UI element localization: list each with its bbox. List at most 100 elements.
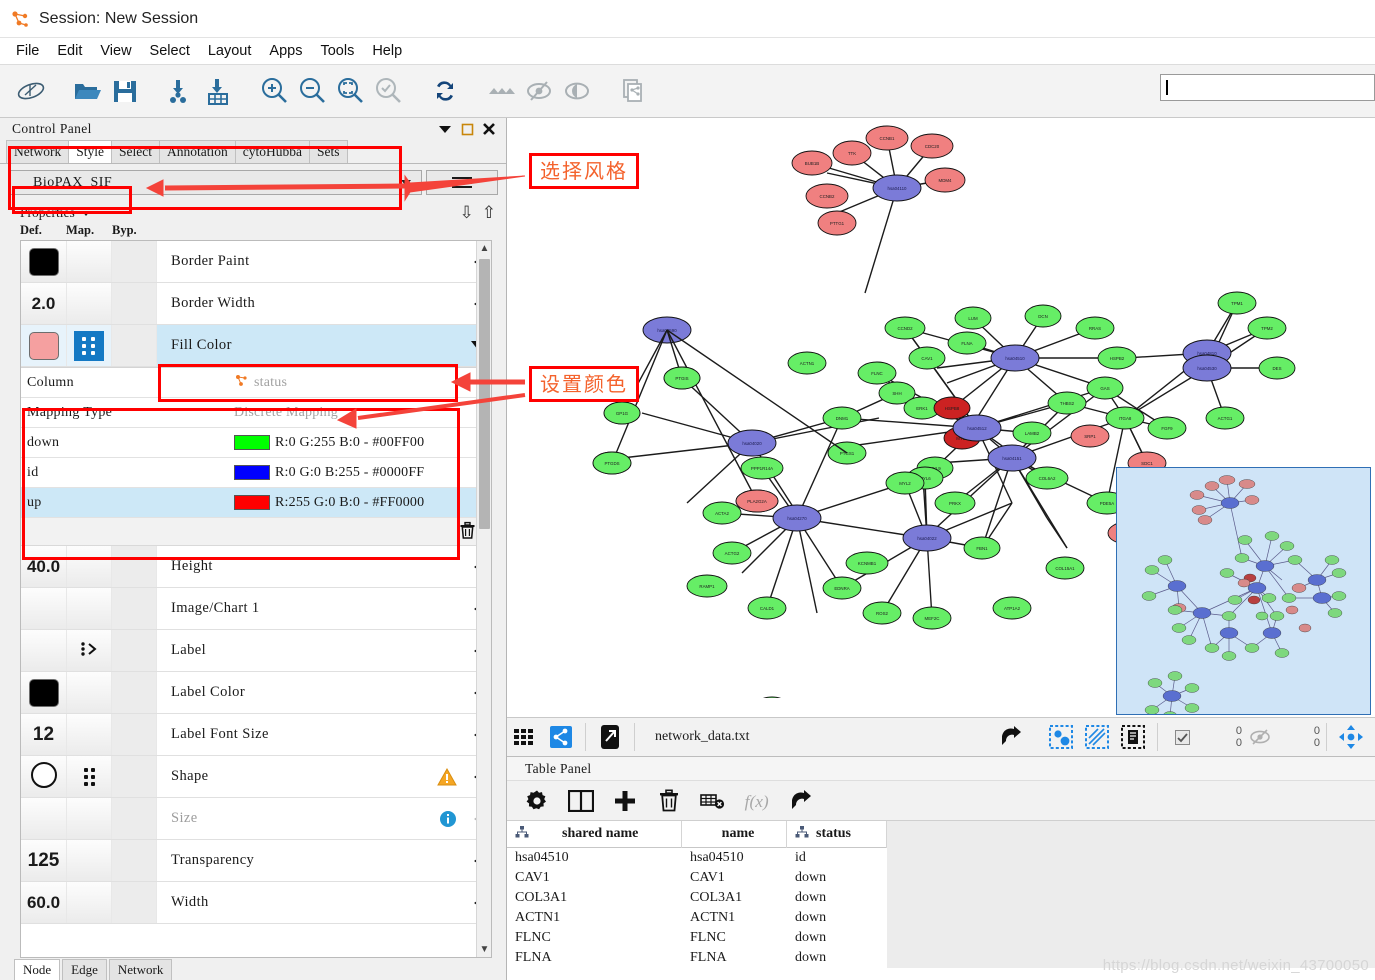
bottom-tab-node[interactable]: Node <box>14 959 61 980</box>
mapping-row-id[interactable]: id R:0 G:0 B:255 - #0000FF <box>21 458 491 488</box>
hamburger-menu-icon[interactable] <box>426 170 498 195</box>
maximize-icon[interactable] <box>456 120 478 138</box>
zoom-in-icon[interactable] <box>258 74 292 108</box>
table-row[interactable]: ACTN1 ACTN1 down <box>507 908 1375 928</box>
network-share-icon[interactable] <box>546 722 576 752</box>
property-row-shape[interactable]: Shape <box>21 756 491 798</box>
property-row-fill-color[interactable]: Fill Color <box>21 325 491 367</box>
color-swatch[interactable] <box>28 331 59 360</box>
bypass-cell[interactable] <box>112 283 157 324</box>
open-external-icon[interactable] <box>595 722 625 752</box>
bypass-cell[interactable] <box>112 546 157 587</box>
dropdown-caret-icon[interactable] <box>434 120 456 138</box>
property-row-image-chart-1[interactable]: Image/Chart 1 <box>21 588 491 630</box>
menu-view[interactable]: View <box>92 41 139 61</box>
zoom-fit-icon[interactable] <box>334 74 368 108</box>
show-all-icon[interactable] <box>522 74 556 108</box>
bypass-cell[interactable] <box>112 241 157 282</box>
property-row-label-color[interactable]: Label Color <box>21 672 491 714</box>
table-row[interactable]: hsa04510 hsa04510 id <box>507 848 1375 868</box>
default-value-cell[interactable]: 125 <box>21 840 67 881</box>
menu-layout[interactable]: Layout <box>200 41 260 61</box>
menu-help[interactable]: Help <box>364 41 410 61</box>
scroll-down-arrow-icon[interactable]: ▼ <box>477 942 491 957</box>
menu-select[interactable]: Select <box>142 41 198 61</box>
mapping-cell[interactable] <box>67 588 112 629</box>
grid-view-icon[interactable] <box>510 722 540 752</box>
mapping-cell[interactable] <box>67 546 112 587</box>
mapping-cell[interactable] <box>67 630 112 671</box>
property-row-border-width[interactable]: 2.0 Border Width <box>21 283 491 325</box>
chevron-down-icon[interactable] <box>81 210 90 216</box>
mapping-cell[interactable] <box>67 840 112 881</box>
default-value-cell[interactable]: 60.0 <box>21 882 67 923</box>
bottom-tab-network[interactable]: Network <box>108 959 173 980</box>
fit-center-icon[interactable] <box>1336 722 1366 752</box>
property-row-width[interactable]: 60.0 Width <box>21 882 491 924</box>
clear-selection-icon[interactable] <box>699 787 727 815</box>
menu-apps[interactable]: Apps <box>261 41 310 61</box>
checkbox-checked-icon[interactable] <box>1167 722 1197 752</box>
select-nodes-icon[interactable] <box>1046 722 1076 752</box>
mapping-cell[interactable] <box>67 714 112 755</box>
table-row[interactable]: FLNC FLNC down <box>507 928 1375 948</box>
double-chevron-up-icon[interactable]: ⇧ <box>482 204 496 221</box>
bypass-cell[interactable] <box>112 756 157 797</box>
tab-network[interactable]: Network <box>6 140 70 163</box>
mapping-value[interactable]: R:0 G:0 B:255 - #0000FF <box>234 465 491 481</box>
bypass-cell[interactable] <box>112 630 157 671</box>
mapping-row-type[interactable]: Mapping Type Discrete Mapping <box>21 398 491 428</box>
trash-icon[interactable] <box>458 521 477 543</box>
style-selector-dropdown[interactable]: BioPAX_SIF <box>10 170 422 195</box>
bypass-cell[interactable] <box>112 840 157 881</box>
search-field[interactable] <box>1168 79 1358 96</box>
refresh-icon[interactable] <box>428 74 462 108</box>
bypass-cell[interactable] <box>112 714 157 755</box>
search-input[interactable] <box>1160 74 1375 101</box>
color-swatch[interactable] <box>28 247 59 276</box>
mapping-cell[interactable] <box>67 325 112 366</box>
import-network-icon[interactable] <box>164 74 198 108</box>
default-value-cell[interactable] <box>21 630 67 671</box>
delete-icon[interactable] <box>655 787 683 815</box>
mapping-row-column[interactable]: Column status <box>21 368 491 398</box>
menu-edit[interactable]: Edit <box>49 41 90 61</box>
property-row-height[interactable]: 40.0 Height <box>21 546 491 588</box>
network-canvas[interactable]: .ed { stroke:#1b1b1b; stroke-width:1.4; … <box>507 118 1375 717</box>
scroll-up-arrow-icon[interactable]: ▲ <box>477 241 491 256</box>
table-row[interactable]: CAV1 CAV1 down <box>507 868 1375 888</box>
export-image-icon[interactable] <box>616 74 650 108</box>
warning-icon[interactable] <box>437 756 465 797</box>
cytoscape-network-icon[interactable] <box>14 74 48 108</box>
select-annotations-icon[interactable] <box>1118 722 1148 752</box>
mapping-cell[interactable] <box>67 241 112 282</box>
mapping-value[interactable]: R:0 G:255 B:0 - #00FF00 <box>234 435 491 451</box>
properties-scrollbar[interactable]: ▲ ▼ <box>476 241 491 957</box>
tab-style[interactable]: Style <box>68 140 113 163</box>
column-header-status[interactable]: status <box>787 821 887 848</box>
zoom-selected-icon[interactable] <box>372 74 406 108</box>
import-table-icon[interactable] <box>202 74 236 108</box>
mapping-value[interactable]: status <box>234 374 491 392</box>
tab-sets[interactable]: Sets <box>309 140 348 163</box>
default-value-cell[interactable] <box>21 672 67 713</box>
color-swatch[interactable] <box>28 678 59 707</box>
mapping-row-up[interactable]: up R:255 G:0 B:0 - #FF0000 <box>21 488 491 518</box>
column-header-name[interactable]: name <box>682 821 787 848</box>
open-folder-icon[interactable] <box>70 74 104 108</box>
bottom-tab-edge[interactable]: Edge <box>62 959 107 980</box>
mapping-value[interactable]: Discrete Mapping <box>234 405 491 421</box>
mapping-cell[interactable] <box>67 882 112 923</box>
default-value-cell[interactable]: 2.0 <box>21 283 67 324</box>
default-value-cell[interactable]: 40.0 <box>21 546 67 587</box>
save-icon[interactable] <box>108 74 142 108</box>
info-icon[interactable] <box>439 798 465 839</box>
settings-gear-icon[interactable] <box>523 787 551 815</box>
mapping-value[interactable]: R:255 G:0 B:0 - #FF0000 <box>234 495 491 511</box>
menu-file[interactable]: File <box>8 41 47 61</box>
bypass-cell[interactable] <box>112 325 157 366</box>
mapping-row-down[interactable]: down R:0 G:255 B:0 - #00FF00 <box>21 428 491 458</box>
tab-select[interactable]: Select <box>111 140 161 163</box>
default-value-cell[interactable]: 12 <box>21 714 67 755</box>
mapping-cell[interactable] <box>67 756 112 797</box>
